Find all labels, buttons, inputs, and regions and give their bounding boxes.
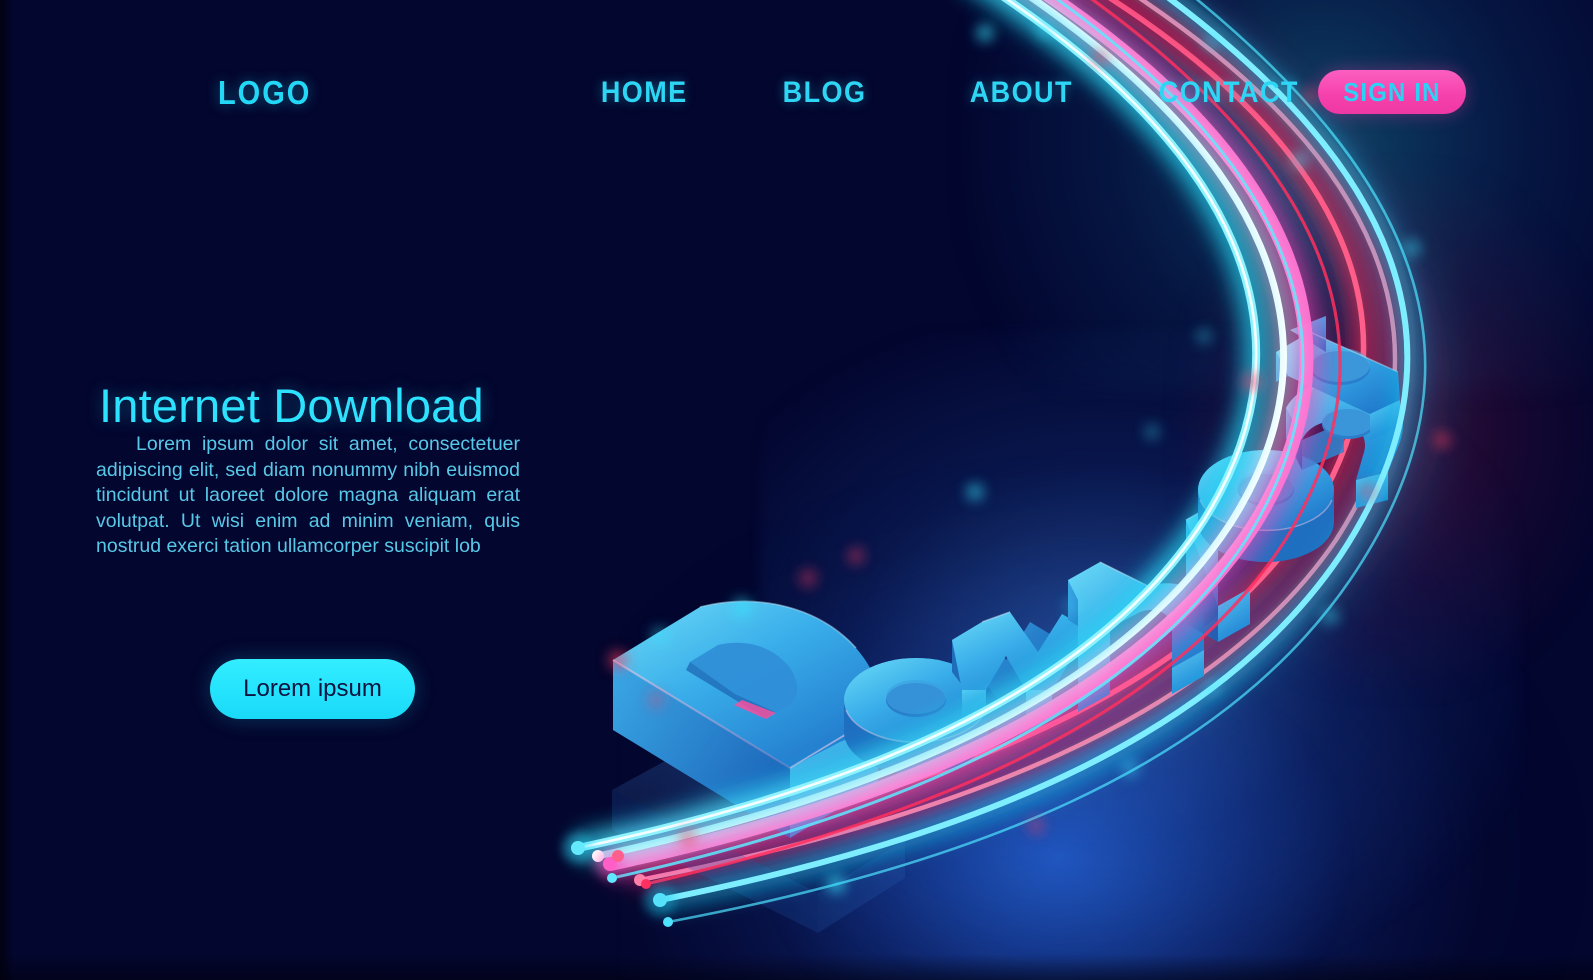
letter-reflection: [612, 742, 905, 933]
nav-link-home[interactable]: HOME: [601, 76, 688, 110]
trail-endpoints: [563, 833, 676, 927]
letter-n: [1068, 561, 1204, 712]
bottom-edge-vignette: [0, 954, 1593, 980]
nav-link-blog[interactable]: BLOG: [783, 76, 867, 110]
center-blue-glow: [760, 330, 1520, 970]
letter-o-2: [1198, 450, 1334, 562]
page-title: Internet Download: [99, 379, 484, 432]
nav-link-about[interactable]: ABOUT: [970, 76, 1073, 110]
cta-label: Lorem ipsum: [243, 675, 382, 702]
landing-page: LOGO HOME BLOG ABOUT CONTACT SIGN IN Int…: [0, 0, 1593, 980]
cta-button[interactable]: Lorem ipsum: [210, 659, 415, 719]
sign-in-button[interactable]: SIGN IN: [1318, 70, 1466, 114]
top-navigation-bar: LOGO HOME BLOG ABOUT CONTACT SIGN IN: [0, 0, 1593, 160]
sign-in-label: SIGN IN: [1343, 76, 1441, 107]
letter-l: [1185, 501, 1250, 642]
letter-w: [952, 611, 1090, 732]
hero-paragraph: Lorem ipsum dolor sit amet, consectetuer…: [96, 433, 520, 557]
letter-d-final: [1276, 316, 1400, 440]
nav-menu: HOME BLOG ABOUT CONTACT: [596, 76, 1307, 110]
isometric-word-download: [612, 316, 1403, 933]
letter-o-1: [844, 658, 988, 774]
red-haze-glow: [1180, 170, 1593, 690]
letter-D: [612, 600, 879, 838]
site-logo[interactable]: LOGO: [218, 74, 311, 112]
letter-a: [1286, 377, 1403, 508]
blue-radial-glow: [620, 430, 1593, 980]
nav-link-contact[interactable]: CONTACT: [1159, 76, 1299, 110]
